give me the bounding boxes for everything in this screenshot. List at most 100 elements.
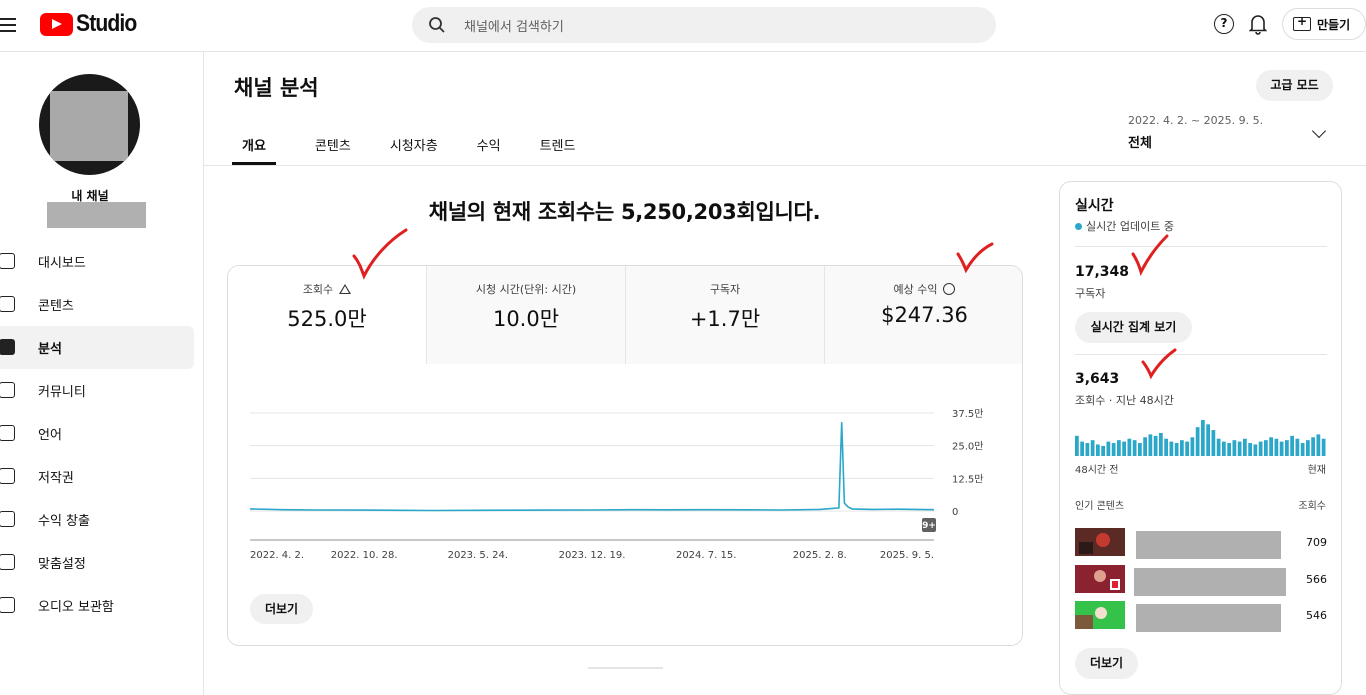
realtime-bar[interactable] (1227, 443, 1231, 456)
sidebar-item[interactable]: 언어 (0, 412, 194, 455)
tab[interactable]: 개요 (232, 120, 276, 165)
top-content-label: 인기 콘텐츠 (1075, 501, 1125, 512)
realtime-bar[interactable] (1222, 441, 1226, 456)
sidebar-item[interactable]: 분석 (0, 326, 194, 369)
avatar-redacted (50, 91, 128, 161)
realtime-bar[interactable] (1274, 438, 1279, 456)
avatar[interactable] (39, 74, 140, 175)
realtime-bar[interactable] (1159, 432, 1163, 456)
sidebar-item[interactable]: 수익 창출 (0, 498, 194, 541)
realtime-bar[interactable] (1232, 440, 1237, 456)
realtime-bar[interactable] (1117, 440, 1121, 456)
tab[interactable]: 시청자층 (390, 120, 438, 165)
realtime-bar[interactable] (1258, 441, 1263, 456)
sidebar-item[interactable]: 저작권 (0, 455, 194, 498)
realtime-bar[interactable] (1321, 438, 1326, 456)
metric-card[interactable]: 예상 수익 $247.36 (825, 266, 1022, 364)
realtime-bar[interactable] (1306, 440, 1310, 456)
realtime-bar[interactable] (1300, 443, 1305, 456)
warning-icon[interactable] (339, 284, 352, 294)
help-icon[interactable]: ? (1214, 14, 1234, 34)
realtime-bar[interactable] (1143, 437, 1147, 456)
studio-logo[interactable]: Studio (40, 9, 145, 39)
realtime-bar[interactable] (1279, 441, 1284, 456)
search-input[interactable]: 채널에서 검색하기 (464, 16, 564, 35)
shorts-thumbnail (1075, 565, 1125, 593)
tab[interactable]: 트렌드 (540, 120, 576, 165)
realtime-bar[interactable] (1264, 440, 1268, 456)
realtime-bar[interactable] (1190, 437, 1195, 456)
bell-icon[interactable] (1249, 13, 1267, 35)
metric-card[interactable]: 조회수 525.0만 (228, 266, 427, 364)
create-button[interactable]: 만들기 (1282, 8, 1366, 40)
realtime-bar[interactable] (1080, 441, 1084, 456)
realtime-bar[interactable] (1295, 438, 1300, 456)
realtime-bar[interactable] (1096, 444, 1100, 456)
realtime-bar[interactable] (1169, 441, 1174, 456)
realtime-bar[interactable] (1185, 441, 1189, 456)
subscriber-label: 구독자 (1075, 287, 1106, 300)
realtime-more-button[interactable]: 더보기 (1075, 648, 1138, 679)
metric-card[interactable]: 시청 시간(단위: 시간) 10.0만 (427, 266, 626, 364)
realtime-bar[interactable] (1111, 443, 1116, 456)
search-bar[interactable]: 채널에서 검색하기 (412, 7, 996, 43)
realtime-bar[interactable] (1122, 441, 1126, 456)
sidebar-item[interactable]: 맞춤설정 (0, 541, 194, 584)
sidebar-item[interactable]: 커뮤니티 (0, 369, 194, 412)
channel-name-redacted (47, 202, 146, 228)
realtime-bar[interactable] (1153, 435, 1158, 456)
tab-divider (204, 165, 1366, 166)
x-tick-label: 2025. 9. 5. (880, 550, 934, 561)
realtime-bar[interactable] (1075, 435, 1079, 456)
realtime-bar[interactable] (1085, 443, 1090, 456)
realtime-bar[interactable] (1206, 424, 1210, 456)
top-content-row[interactable]: 546 (1075, 601, 1327, 632)
realtime-bar[interactable] (1253, 444, 1258, 456)
realtime-bar[interactable] (1174, 443, 1179, 456)
realtime-bar[interactable] (1237, 441, 1242, 456)
magic-wand-icon (0, 554, 15, 570)
realtime-bar[interactable] (1211, 430, 1216, 456)
realtime-bar[interactable] (1127, 438, 1132, 456)
realtime-bar[interactable] (1316, 434, 1321, 456)
metric-card[interactable]: 구독자 +1.7만 (626, 266, 825, 364)
realtime-bar[interactable] (1243, 438, 1247, 456)
menu-icon[interactable] (0, 14, 18, 36)
date-scope[interactable]: 전체 (1128, 132, 1152, 151)
realtime-bar[interactable] (1148, 434, 1153, 456)
tab[interactable]: 콘텐츠 (315, 120, 351, 165)
top-content-row[interactable]: 709 (1075, 528, 1327, 559)
realtime-bar[interactable] (1101, 445, 1105, 456)
tab[interactable]: 수익 (477, 120, 501, 165)
video-thumbnail (1075, 601, 1125, 629)
chevron-down-icon[interactable] (1311, 123, 1327, 139)
sidebar-item[interactable]: 오디오 보관함 (0, 584, 194, 627)
realtime-bar[interactable] (1164, 438, 1168, 456)
live-count-button[interactable]: 실시간 집계 보기 (1075, 312, 1192, 343)
sidebar-item[interactable]: 대시보드 (0, 240, 194, 283)
top-content-row[interactable]: 566 (1075, 565, 1327, 596)
realtime-bar[interactable] (1195, 427, 1200, 456)
realtime-bar[interactable] (1311, 437, 1315, 456)
overview-panel: 조회수 525.0만 시청 시간(단위: 시간) 10.0만 구독자 +1.7만 예상 수익… (227, 265, 1023, 646)
realtime-bar[interactable] (1248, 443, 1252, 456)
date-range[interactable]: 2022. 4. 2. ~ 2025. 9. 5. (1128, 114, 1263, 127)
sidebar: 내 채널 대시보드 콘텐츠 분석 커뮤니티 언어 저작권 수익 창출 맞춤설정 오디오 보관함 (0, 52, 204, 695)
sidebar-item[interactable]: 콘텐츠 (0, 283, 194, 326)
realtime-bar[interactable] (1180, 440, 1184, 456)
realtime-bar[interactable] (1269, 437, 1273, 456)
realtime-bar[interactable] (1090, 440, 1095, 456)
clock-icon[interactable] (943, 283, 956, 295)
realtime-bar[interactable] (1201, 420, 1205, 456)
realtime-bar[interactable] (1138, 443, 1142, 456)
realtime-bar[interactable] (1290, 435, 1294, 456)
advanced-mode-button[interactable]: 고급 모드 (1256, 70, 1333, 101)
realtime-bar[interactable] (1132, 440, 1137, 456)
realtime-bar[interactable] (1285, 440, 1289, 456)
subscriber-count: 17,348 (1075, 264, 1130, 280)
more-button[interactable]: 더보기 (250, 594, 313, 624)
realtime-bar[interactable] (1216, 438, 1221, 456)
copyright-icon (0, 468, 15, 484)
realtime-bar[interactable] (1106, 441, 1111, 456)
metric-label-row: 시청 시간(단위: 시간) (427, 281, 625, 297)
